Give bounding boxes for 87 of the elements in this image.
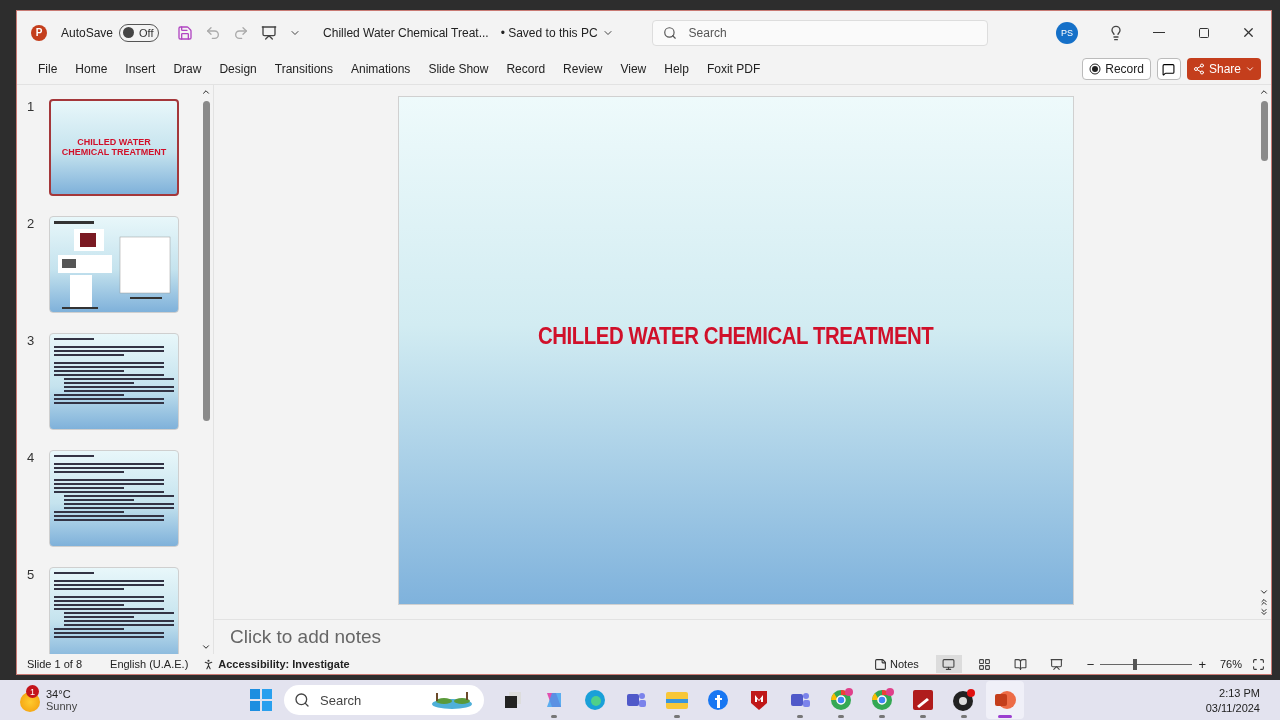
accessibility-status[interactable]: Accessibility: Investigate: [218, 658, 350, 670]
search-icon: [662, 25, 677, 40]
ribbon-tab[interactable]: Insert: [116, 62, 165, 76]
caret-icon: [1245, 64, 1255, 74]
next-slide-icon[interactable]: [1259, 607, 1269, 617]
minimize-icon: [1152, 32, 1165, 33]
clock-date[interactable]: 03/11/2024: [1205, 701, 1260, 714]
ribbon-tab[interactable]: Design: [210, 62, 266, 76]
slide-number: 3: [27, 333, 36, 350]
slide-thumbnail[interactable]: [49, 216, 179, 313]
ribbon-tab[interactable]: View: [611, 62, 656, 76]
chrome-icon[interactable]: [869, 688, 894, 712]
scrollbar-thumb[interactable]: [202, 101, 210, 421]
document-title[interactable]: Chilled Water Chemical Treat...: [323, 25, 489, 40]
slide-number: 5: [27, 567, 36, 584]
user-avatar[interactable]: PS: [1056, 21, 1078, 44]
slide-counter: Slide 1 of 8: [27, 658, 83, 670]
ribbon-tab[interactable]: Home: [66, 62, 117, 76]
task-view-icon[interactable]: [503, 691, 522, 709]
zoom-level[interactable]: 76%: [1219, 658, 1242, 670]
ribbon-tab[interactable]: Slide Show: [419, 62, 498, 76]
slide-thumbnail[interactable]: [49, 333, 179, 430]
ribbon-tab[interactable]: Transitions: [265, 62, 342, 76]
slide-canvas[interactable]: CHILLED WATER CHEMICAL TREATMENT: [398, 97, 1073, 604]
ribbon-tab[interactable]: Foxit PDF: [697, 62, 770, 76]
scrollbar-thumb[interactable]: [1260, 101, 1268, 161]
pdf-editor-icon[interactable]: [911, 689, 934, 711]
grid-icon: [978, 657, 992, 671]
presentation-icon[interactable]: [261, 24, 278, 41]
chrome-icon[interactable]: [828, 688, 853, 712]
maximize-icon: [1197, 26, 1210, 39]
autosave-label: AutoSave: [61, 25, 114, 40]
presentation-icon: [1050, 657, 1064, 671]
search-field[interactable]: Search: [651, 19, 988, 46]
previous-slide-icon[interactable]: [1259, 597, 1269, 607]
temperature: 34°C: [46, 688, 72, 700]
facebook-icon[interactable]: [706, 689, 729, 711]
comment-icon: [1162, 62, 1176, 76]
ribbon-tab[interactable]: Help: [655, 62, 698, 76]
slide-thumbnail[interactable]: [49, 567, 179, 654]
lightbulb-icon[interactable]: [1108, 24, 1124, 41]
zoom-in-button[interactable]: +: [1198, 656, 1206, 672]
notes-field[interactable]: Click to add notes: [214, 619, 1271, 654]
share-icon: [1192, 63, 1205, 75]
ribbon-tab[interactable]: Review: [554, 62, 612, 76]
island-icon: [430, 691, 474, 709]
scroll-up-icon[interactable]: [1259, 87, 1269, 97]
record-button[interactable]: Record: [1082, 58, 1151, 80]
share-button[interactable]: Share: [1186, 58, 1261, 80]
shield-icon[interactable]: [748, 689, 769, 711]
book-icon: [1014, 657, 1028, 671]
notification-badge: 1: [26, 685, 39, 698]
clock-time[interactable]: 2:13 PM: [1219, 686, 1260, 699]
save-status[interactable]: • Saved to this PC: [500, 25, 598, 40]
zoom-slider-thumb[interactable]: [1133, 658, 1138, 670]
record-icon: [1089, 63, 1102, 75]
ribbon-tab[interactable]: Animations: [342, 62, 420, 76]
slide-thumbnail[interactable]: [49, 450, 179, 547]
start-icon[interactable]: [250, 689, 272, 711]
ribbon-tab[interactable]: Record: [497, 62, 555, 76]
search-icon: [294, 692, 310, 708]
normal-view-icon: [942, 657, 956, 671]
powerpoint-icon[interactable]: [993, 689, 1016, 711]
notes-toggle[interactable]: Notes: [890, 658, 919, 670]
scroll-down-icon[interactable]: [201, 642, 211, 652]
slide-number: 1: [27, 99, 36, 116]
ribbon-tab[interactable]: File: [29, 62, 67, 76]
comments-button[interactable]: [1156, 58, 1181, 80]
scroll-up-icon[interactable]: [201, 87, 211, 97]
zoom-out-button[interactable]: −: [1086, 656, 1095, 672]
thumbnail-title: CHILLED WATER CHEMICAL TREATMENT: [60, 137, 168, 158]
scroll-down-icon[interactable]: [1259, 587, 1269, 597]
save-icon[interactable]: [177, 24, 194, 41]
close-icon: [1241, 25, 1256, 40]
recorder-icon[interactable]: [951, 688, 976, 712]
app-logo: P: [31, 24, 47, 41]
slide-title[interactable]: CHILLED WATER CHEMICAL TREATMENT: [537, 321, 934, 350]
fit-to-window-icon[interactable]: [1252, 657, 1265, 671]
notes-icon: [874, 657, 888, 671]
ribbon-tab[interactable]: Draw: [164, 62, 211, 76]
slide-number: 2: [27, 216, 36, 233]
normal-view-button[interactable]: [935, 655, 962, 673]
weather-condition: Sunny: [46, 700, 78, 712]
slide-number: 4: [27, 450, 36, 467]
slide-thumbnail[interactable]: CHILLED WATER CHEMICAL TREATMENT: [49, 99, 179, 196]
language-status[interactable]: English (U.A.E.): [110, 658, 189, 670]
taskbar-search-field[interactable]: Search: [284, 685, 484, 715]
